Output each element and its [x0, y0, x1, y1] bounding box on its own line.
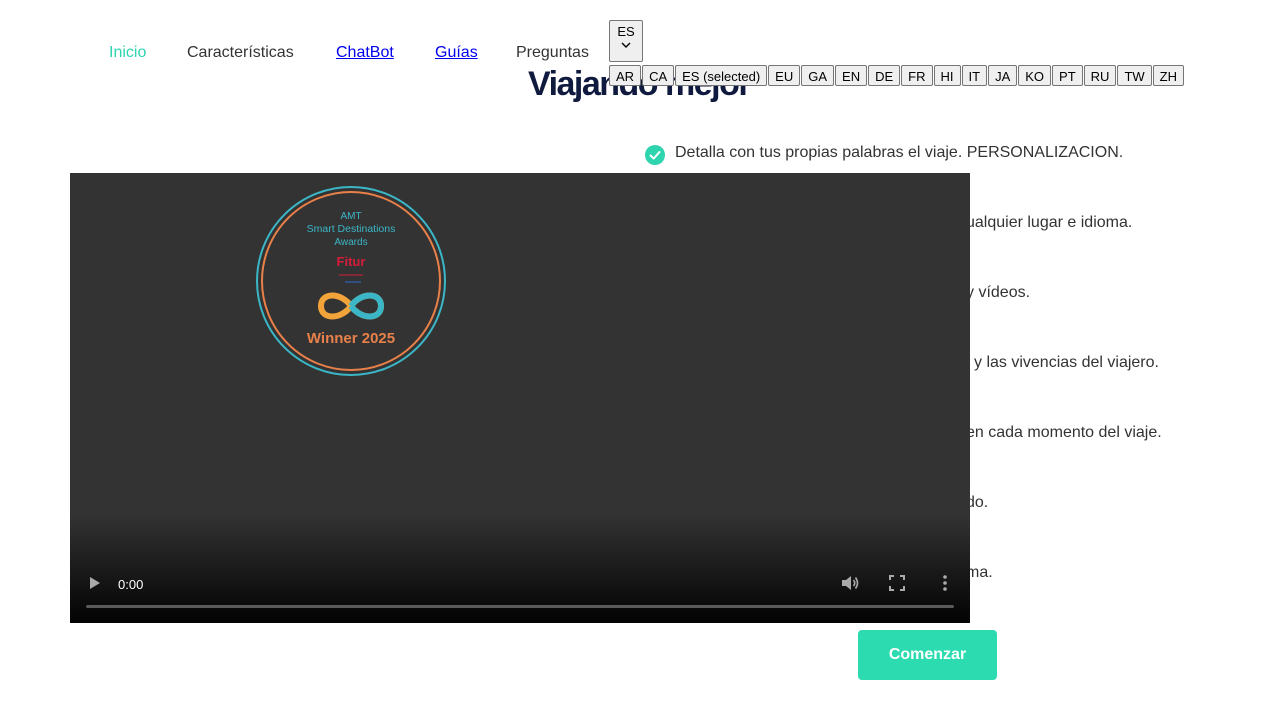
badge-brand: Fitur — [337, 254, 366, 269]
language-option-ga[interactable]: GA — [801, 65, 835, 86]
video-controls: 0:00 — [70, 563, 970, 623]
feature-item: ma. — [966, 564, 993, 581]
language-option-it[interactable]: IT — [961, 65, 988, 86]
language-option-eu[interactable]: EU — [768, 65, 801, 86]
language-option-fr[interactable]: FR — [901, 65, 933, 86]
language-option-es[interactable]: ES (selected) — [675, 65, 768, 86]
play-icon[interactable] — [88, 575, 102, 591]
nav-link-preguntas[interactable]: Preguntas — [516, 44, 589, 62]
language-option-ar[interactable]: AR — [609, 65, 642, 86]
nav-link-chatbot[interactable]: ChatBot — [336, 44, 394, 62]
video-player[interactable]: AMT Smart Destinations Awards Fitur Winn… — [70, 173, 970, 623]
language-option-list: AR CA ES (selected) EU GA EN DE FR HI IT… — [609, 65, 1185, 86]
language-option-tw[interactable]: TW — [1117, 65, 1152, 86]
language-option-hi[interactable]: HI — [933, 65, 961, 86]
badge-line2: Smart Destinations — [307, 223, 396, 235]
volume-icon[interactable] — [840, 574, 860, 592]
more-options-icon[interactable] — [942, 574, 948, 592]
badge-caption: Winner 2025 — [307, 330, 395, 347]
start-button[interactable]: Comenzar — [858, 630, 997, 680]
language-option-zh[interactable]: ZH — [1152, 65, 1184, 86]
language-option-ru[interactable]: RU — [1083, 65, 1117, 86]
language-option-ja[interactable]: JA — [988, 65, 1018, 86]
feature-item: ualquier lugar e idioma. — [966, 214, 1133, 231]
language-option-ko[interactable]: KO — [1018, 65, 1052, 86]
badge-line1: AMT — [340, 211, 361, 222]
language-toggle-button[interactable]: ES — [609, 20, 643, 62]
check-circle-icon — [645, 145, 665, 165]
nav-link-caracteristicas[interactable]: Características — [187, 44, 294, 62]
fullscreen-icon[interactable] — [889, 575, 905, 591]
award-badge: AMT Smart Destinations Awards Fitur Winn… — [256, 186, 446, 376]
language-option-en[interactable]: EN — [835, 65, 868, 86]
language-option-ca[interactable]: CA — [642, 65, 675, 86]
feature-item: en cada momento del viaje. — [966, 424, 1162, 441]
nav-link-inicio[interactable]: Inicio — [109, 44, 146, 62]
feature-item: l y las vivencias del viajero. — [966, 354, 1159, 371]
video-time: 0:00 — [118, 577, 144, 592]
start-button-label: Comenzar — [888, 646, 967, 663]
feature-item: Detalla con tus propias palabras el viaj… — [675, 144, 1124, 161]
nav-link-guias[interactable]: Guías — [435, 44, 478, 62]
video-progress-bar[interactable] — [86, 605, 954, 608]
language-option-de[interactable]: DE — [868, 65, 901, 86]
feature-item: y vídeos. — [966, 284, 1031, 301]
chevron-down-icon — [621, 42, 631, 48]
language-option-pt[interactable]: PT — [1052, 65, 1083, 86]
badge-line3: Awards — [334, 237, 367, 248]
language-current-label: ES — [617, 24, 635, 39]
